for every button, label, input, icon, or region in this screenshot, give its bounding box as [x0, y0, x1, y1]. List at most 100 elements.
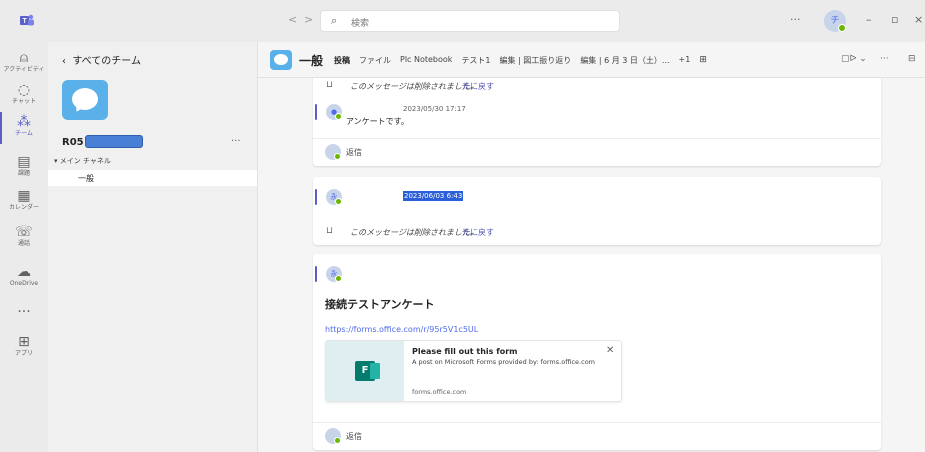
team-more-button[interactable]: ···: [231, 136, 241, 147]
presence-badge: [334, 437, 341, 444]
more-icon: ···: [17, 304, 31, 320]
rail-apps[interactable]: ⊞ アプリ: [0, 334, 48, 358]
tab-june3[interactable]: 編集 | 6 月 3 日（土）...: [580, 55, 669, 66]
tab-posts[interactable]: 投稿: [334, 55, 350, 66]
message-thread: 永 2023/06/03 6:43 ⊔ このメッセージは削除されました。 元に戻…: [313, 177, 881, 245]
channel-logo: [270, 50, 292, 70]
rail-label: アプリ: [14, 350, 33, 357]
undo-delete-link[interactable]: 元に戻す: [462, 227, 494, 238]
post-title: 接続テストアンケート: [325, 298, 435, 311]
title-bar: T < > ⌕ 検索 ··· チ – ▫ ×: [0, 0, 925, 42]
unread-indicator: [315, 104, 317, 120]
preview-thumbnail: F: [326, 341, 404, 401]
sender-avatar[interactable]: 永: [326, 266, 342, 282]
rail-more[interactable]: ···: [0, 304, 48, 320]
app-rail: ⍝ アクティビティ ◌ チャット ⁂ チーム ▤ 課題 ▦ カレンダー ☏ 通話…: [0, 42, 48, 452]
reply-label: 返信: [346, 432, 362, 441]
add-tab-button[interactable]: ⊞: [699, 55, 707, 66]
all-teams-back-link[interactable]: ‹ すべてのチーム: [62, 52, 141, 67]
rail-activity[interactable]: ⍝ アクティビティ: [0, 50, 48, 74]
rail-label: 通話: [17, 240, 30, 247]
tab-review[interactable]: 編集 | 図工振り返り: [500, 55, 572, 66]
restore-button[interactable]: ▫: [891, 13, 898, 26]
reply-button[interactable]: 返信: [313, 422, 881, 448]
message-thread: 永 接続テストアンケート https://forms.office.com/r/…: [313, 254, 881, 450]
presence-badge: [335, 198, 342, 205]
reply-avatar: [325, 144, 341, 160]
rail-label: チャット: [12, 98, 36, 105]
deleted-message-text: このメッセージは削除されました。: [350, 82, 478, 91]
link-preview-card[interactable]: F Please fill out this form A post on Mi…: [325, 340, 622, 402]
rail-calendar[interactable]: ▦ カレンダー: [0, 188, 48, 212]
search-input[interactable]: ⌕ 検索: [320, 10, 620, 32]
teams-icon: ⁂: [17, 114, 31, 130]
message-timestamp: 2023/05/30 17:17: [403, 105, 466, 113]
rail-label: OneDrive: [9, 280, 39, 287]
back-nav-button[interactable]: <: [288, 13, 297, 26]
trash-icon: ⊔: [326, 226, 334, 236]
rail-assignments[interactable]: ▤ 課題: [0, 154, 48, 178]
undo-delete-link[interactable]: 元に戻す: [462, 81, 494, 92]
message-thread: ⊔ このメッセージは削除されました。 元に戻す ● 2023/05/30 17:…: [313, 78, 881, 166]
rail-label: 課題: [17, 170, 30, 177]
team-panel: ‹ すべてのチーム R05 ··· ▾ メイン チャネル 一般: [48, 42, 258, 452]
tab-more-count[interactable]: +1: [679, 55, 691, 66]
close-icon[interactable]: ✕: [606, 345, 614, 356]
rail-chat[interactable]: ◌ チャット: [0, 82, 48, 106]
close-window-button[interactable]: ×: [914, 13, 923, 26]
rail-calls[interactable]: ☏ 通話: [0, 224, 48, 248]
tab-test1[interactable]: テスト1: [461, 55, 490, 66]
team-logo: [62, 80, 108, 120]
channel-info-button[interactable]: ⊟: [908, 54, 916, 64]
microsoft-forms-icon: F: [355, 361, 380, 381]
deleted-message-text: このメッセージは削除されました。: [350, 228, 478, 237]
settings-more-button[interactable]: ···: [790, 13, 801, 26]
bell-icon: ⍝: [19, 50, 29, 66]
meet-button[interactable]: ▢ᐅ ⌄: [841, 54, 867, 64]
rail-label: アクティビティ: [3, 66, 45, 73]
chat-icon: ◌: [17, 82, 31, 98]
unread-indicator: [315, 189, 317, 205]
rail-teams[interactable]: ⁂ チーム: [0, 114, 48, 138]
phone-icon: ☏: [15, 224, 33, 240]
main-channel-header[interactable]: ▾ メイン チャネル: [54, 156, 111, 166]
preview-description: A post on Microsoft Forms provided by: f…: [412, 358, 595, 366]
presence-badge: [335, 275, 342, 282]
channel-item-general[interactable]: 一般: [48, 170, 257, 186]
reply-button[interactable]: 返信: [313, 138, 881, 164]
presence-badge: [838, 24, 846, 32]
forward-nav-button[interactable]: >: [304, 13, 313, 26]
apps-icon: ⊞: [18, 334, 30, 350]
sender-avatar[interactable]: ●: [326, 104, 342, 120]
forms-link[interactable]: https://forms.office.com/r/95r5V1c5UL: [325, 325, 478, 334]
tab-notebook[interactable]: Plc Notebook: [400, 55, 452, 66]
redacted-team-name: [85, 135, 143, 148]
assignments-icon: ▤: [17, 154, 31, 170]
minimize-button[interactable]: –: [866, 13, 872, 26]
channel-label: 一般: [78, 174, 94, 183]
cloud-icon: ☁: [17, 264, 31, 280]
tab-files[interactable]: ファイル: [359, 55, 391, 66]
presence-badge: [334, 153, 341, 160]
team-name[interactable]: R05: [62, 137, 84, 148]
user-avatar[interactable]: チ: [824, 10, 846, 32]
search-icon: ⌕: [331, 14, 338, 27]
svg-text:T: T: [23, 18, 28, 25]
channel-more-button[interactable]: ···: [880, 54, 889, 64]
rail-label: チーム: [15, 130, 33, 137]
reply-avatar: [325, 428, 341, 444]
chevron-left-icon: ‹: [62, 56, 66, 67]
reply-label: 返信: [346, 148, 362, 157]
search-placeholder: 検索: [351, 19, 370, 29]
message-timestamp: 2023/06/03 6:43: [403, 191, 464, 201]
rail-onedrive[interactable]: ☁ OneDrive: [0, 264, 48, 288]
teams-logo-icon: T: [20, 14, 34, 26]
calendar-icon: ▦: [17, 188, 31, 204]
sender-avatar[interactable]: 永: [326, 189, 342, 205]
presence-badge: [335, 113, 342, 120]
channel-tabs: 投稿 ファイル Plc Notebook テスト1 編集 | 図工振り返り 編集…: [334, 55, 707, 66]
preview-title: Please fill out this form: [412, 347, 518, 356]
channel-header: 一般 投稿 ファイル Plc Notebook テスト1 編集 | 図工振り返り…: [258, 42, 925, 78]
channel-title: 一般: [299, 54, 324, 68]
trash-icon: ⊔: [326, 80, 334, 90]
